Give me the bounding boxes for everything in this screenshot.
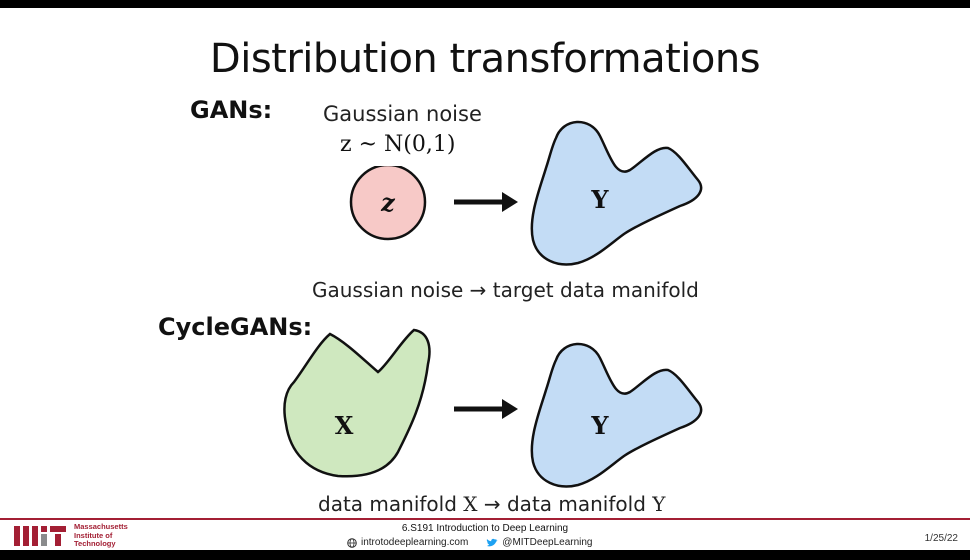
source-symbol-x: X: [335, 411, 354, 440]
source-manifold-x: X: [283, 328, 431, 478]
slide-date: 1/25/22: [924, 533, 958, 544]
twitter-handle[interactable]: @MITDeepLearning: [502, 537, 592, 548]
gans-label: GANs:: [190, 96, 273, 124]
target-manifold-cyclegans: Y: [530, 342, 703, 488]
slide-title: Distribution transformations: [209, 36, 761, 82]
caption-mid: → data manifold: [477, 492, 653, 516]
noise-symbol: z: [380, 188, 396, 217]
institute-line-3: Technology: [74, 539, 116, 548]
target-manifold-gans: Y: [530, 120, 703, 266]
right-arrow-icon: [454, 192, 518, 212]
noise-label: Gaussian noise: [323, 102, 482, 126]
gans-caption: Gaussian noise → target data manifold: [312, 278, 699, 302]
caption-x-symbol: X: [463, 492, 478, 516]
course-name: 6.S191 Introduction to Deep Learning: [401, 523, 569, 534]
globe-icon: [347, 537, 357, 548]
website-link[interactable]: introtodeeplearning.com: [361, 537, 468, 548]
twitter-icon: [487, 538, 498, 546]
noise-formula: z ~ N(0,1): [340, 132, 456, 157]
footer-links: introtodeeplearning.com @MITDeepLearning: [347, 537, 593, 548]
slide-footer: Massachusetts Institute of Technology 6.…: [0, 518, 970, 550]
target-symbol-cyclegans: Y: [590, 411, 609, 440]
caption-y-symbol: Y: [652, 492, 666, 516]
noise-circle: z: [349, 166, 427, 241]
cyclegans-caption: data manifold X → data manifold Y: [318, 492, 665, 516]
slide: Distribution transformations GANs: Gauss…: [0, 8, 970, 550]
caption-prefix: data manifold: [318, 492, 464, 516]
right-arrow-icon: [454, 399, 518, 419]
target-symbol-gans: Y: [590, 185, 609, 214]
